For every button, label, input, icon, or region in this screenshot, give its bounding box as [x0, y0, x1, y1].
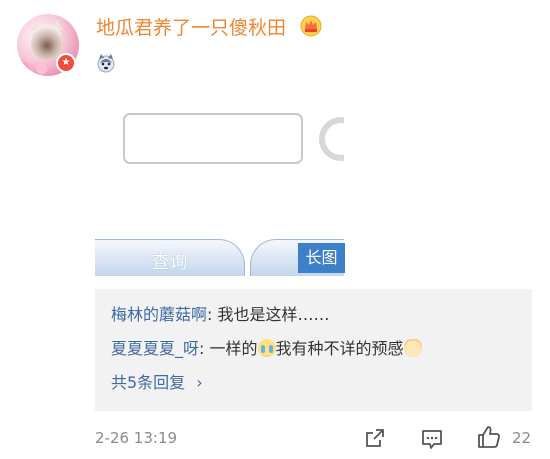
comment-author[interactable]: 夏夏夏夏_呀 [111, 339, 199, 358]
crown-icon[interactable] [300, 15, 322, 37]
post-timestamp: 2-26 13:19 [95, 429, 178, 447]
crying-emoji-icon [257, 339, 276, 357]
more-replies-label: 共5条回复 [111, 373, 186, 392]
red-star-badge-icon: ★ [56, 53, 76, 73]
comment-item[interactable]: 夏夏夏夏_呀: 一样的 我有种不详的预感 [111, 338, 422, 360]
comment-text: : 我也是这样…… [207, 305, 330, 324]
chevron-right-icon: › [196, 373, 203, 392]
comment-item[interactable]: 梅林的蘑菇啊: 我也是这样…… [111, 304, 330, 326]
username[interactable]: 地瓜君养了一只傻秋田 [96, 14, 286, 42]
comment-text: : 一样的 [199, 339, 258, 358]
share-icon[interactable] [364, 427, 386, 449]
husky-icon[interactable] [96, 53, 116, 73]
cat-emoji-icon [403, 339, 422, 357]
more-replies-link[interactable]: 共5条回复 › [111, 372, 203, 394]
embedded-input-box [123, 113, 303, 164]
comments-preview[interactable]: 梅林的蘑菇啊: 我也是这样…… 夏夏夏夏_呀: 一样的 我有种不详的预感 共5条回… [95, 289, 532, 411]
thumbs-up-icon[interactable] [477, 425, 501, 449]
long-image-badge[interactable]: 长图 [298, 243, 345, 273]
comment-text: 我有种不详的预感 [275, 339, 404, 358]
comment-icon[interactable] [421, 428, 443, 450]
spinner-icon [319, 117, 344, 161]
like-count: 22 [512, 429, 532, 447]
embedded-query-button: 查询 [95, 239, 245, 276]
comment-author[interactable]: 梅林的蘑菇啊 [111, 305, 207, 324]
avatar-cat-face [31, 24, 63, 60]
